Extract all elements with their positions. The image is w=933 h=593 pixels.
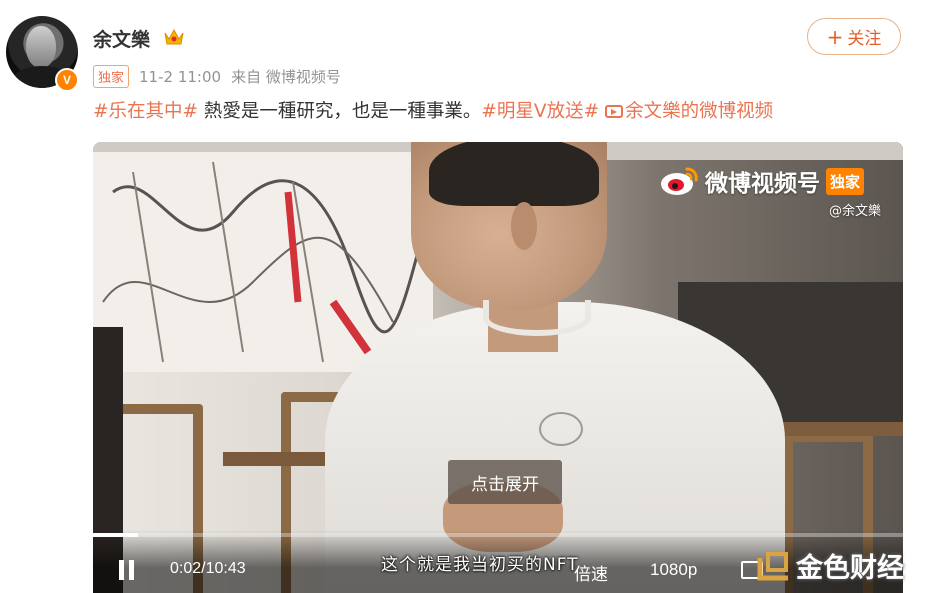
post-source: 来自 微博视频号	[231, 68, 341, 86]
plus-icon: +	[826, 24, 844, 49]
post-meta: 独家 11-2 11:00 来自 微博视频号	[93, 65, 341, 88]
shirt-logo	[539, 412, 583, 446]
post-time[interactable]: 11-2 11:00	[139, 68, 221, 86]
shirt-collar	[483, 300, 591, 336]
verified-badge-icon: V	[55, 68, 79, 92]
progress-fill	[93, 533, 138, 537]
video-subtitle: 这个就是我当初买的NFT	[381, 555, 579, 575]
post-body: 熱愛是一種研究，也是一種事業。	[198, 101, 482, 122]
man-ear	[511, 202, 537, 250]
channel-name: 微博视频号	[705, 171, 820, 197]
expand-button[interactable]: 点击展开	[448, 460, 562, 504]
exclusive-tag: 独家	[93, 65, 130, 88]
watermark-logo-icon	[757, 551, 788, 580]
hashtag-link[interactable]: #乐在其中#	[93, 101, 198, 122]
watermark: 金色财经	[756, 546, 904, 585]
hashtag-link[interactable]: #明星V放送#	[481, 101, 599, 122]
video-handle: @余文樂	[828, 204, 881, 219]
man-hair	[429, 142, 599, 206]
follow-button-label: 关注	[847, 29, 882, 49]
video-link-icon	[605, 105, 624, 118]
pause-icon[interactable]	[119, 560, 135, 580]
username[interactable]: 余文樂	[93, 25, 150, 52]
video-link[interactable]: 余文樂的微博视频	[625, 101, 773, 122]
wall-artwork	[93, 152, 433, 372]
weibo-video-logo: 微博视频号 独家	[659, 164, 865, 198]
crown-icon	[164, 28, 184, 45]
channel-tag: 独家	[826, 167, 865, 195]
quality-button[interactable]: 1080p	[650, 560, 697, 580]
video-player[interactable]: 微博视频号 独家 @余文樂 点击展开 这个就是我当初买的NFT 0:02/10:…	[93, 142, 903, 593]
watermark-text: 金色财经	[796, 553, 904, 584]
avatar-face	[26, 26, 56, 68]
speed-button[interactable]: 倍速	[574, 560, 608, 585]
weibo-icon	[661, 167, 698, 195]
post-text: #乐在其中# 熱愛是一種研究，也是一種事業。#明星V放送# 余文樂的微博视频	[93, 97, 773, 123]
follow-button[interactable]: + 关注	[807, 18, 901, 55]
timecode: 0:02/10:43	[170, 560, 246, 577]
progress-bar[interactable]	[93, 533, 903, 537]
